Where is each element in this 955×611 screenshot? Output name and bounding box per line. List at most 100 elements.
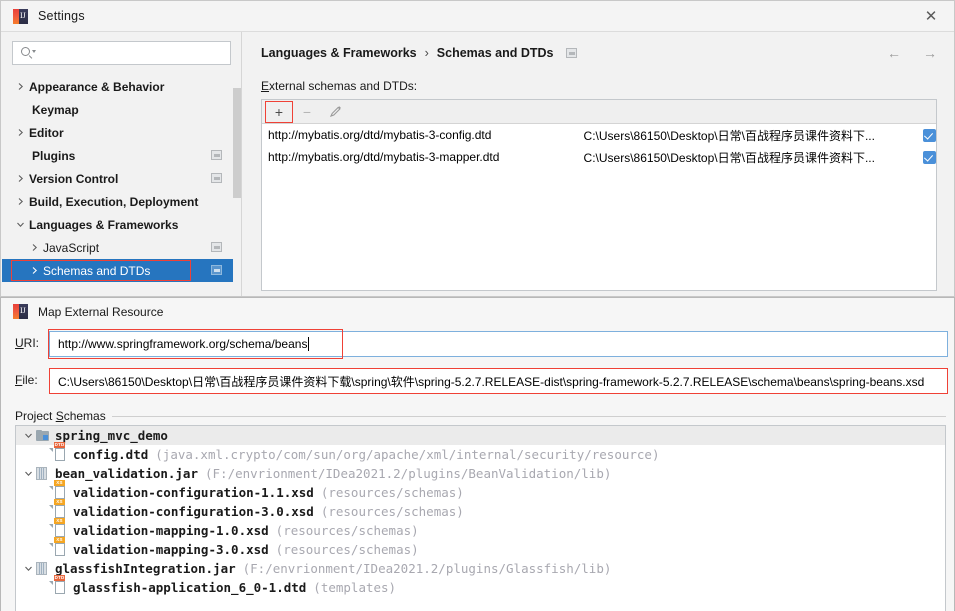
back-arrow-icon[interactable]: ← xyxy=(887,45,901,61)
schema-tree-name: glassfishIntegration.jar xyxy=(55,561,236,576)
sidebar-item-label: Schemas and DTDs xyxy=(43,263,151,278)
sidebar-item-label: Plugins xyxy=(32,148,76,163)
sidebar-item-version-control[interactable]: Version Control xyxy=(2,167,234,190)
schema-tree-row[interactable]: XS validation-configuration-3.0.xsd (resou… xyxy=(16,498,945,521)
xsd-file-icon: XS xyxy=(49,498,70,519)
sidebar-item-badge-icon xyxy=(211,242,222,252)
table-cell-enabled[interactable] xyxy=(911,150,936,164)
map-external-resource-dialog: IJ Map External Resource URI: http://www… xyxy=(0,297,955,611)
group-separator-line xyxy=(15,416,946,417)
sidebar-item-build-execution-deployment[interactable]: Build, Execution, Deployment xyxy=(2,190,234,213)
intellij-idea-icon: IJ xyxy=(13,8,28,24)
search-input[interactable] xyxy=(39,45,230,61)
settings-sidebar: Appearance & Behavior Keymap Editor Plugins… xyxy=(2,32,241,296)
settings-content-pane: Languages & Frameworks › Schemas and DTD… xyxy=(242,32,953,296)
settings-scope-badge-icon xyxy=(565,48,577,58)
table-cell-enabled[interactable] xyxy=(911,128,936,142)
sidebar-scrollbar-thumb[interactable] xyxy=(233,88,241,198)
uri-input-value: http://www.springframework.org/schema/be… xyxy=(58,337,308,351)
dialog-title: Map External Resource xyxy=(38,304,164,319)
intellij-idea-icon: IJ xyxy=(13,304,28,319)
table-cell-location: C:\Users\86150\Desktop\日常\百战程序员课件资料下... xyxy=(583,150,875,165)
sidebar-item-label: Appearance & Behavior xyxy=(29,79,165,94)
sidebar-item-schemas-and-dtds[interactable]: Schemas and DTDs xyxy=(2,259,234,282)
settings-titlebar: IJ Settings ✕ xyxy=(1,1,954,32)
settings-window: IJ Settings ✕ Appearance & Behavior Keyma… xyxy=(0,0,955,297)
schema-tree-row[interactable]: DTD config.dtd (java.xml.crypto/com/sun/or… xyxy=(16,441,945,464)
breadcrumb-current: Schemas and DTDs xyxy=(436,46,554,60)
checkbox-checked-icon[interactable] xyxy=(923,128,936,142)
xsd-file-icon: XS xyxy=(49,536,70,557)
external-schemas-table: http://mybatis.org/dtd/mybatis-3-config.… xyxy=(262,124,936,168)
schema-tree-row[interactable]: XS validation-configuration-1.1.xsd (resou… xyxy=(16,479,945,502)
external-schemas-label: External schemas and DTDs: xyxy=(261,79,418,93)
schema-tree-meta: (resources/schemas) xyxy=(320,504,464,519)
navigation-arrows: ← → xyxy=(887,45,937,61)
project-schemas-label: Project Schemas xyxy=(15,409,112,423)
uri-row: URI: http://www.springframework.org/sche… xyxy=(15,329,948,359)
dtd-file-icon: DTD xyxy=(49,574,70,595)
schema-tree-meta: (templates) xyxy=(313,580,397,595)
schema-tree-row[interactable]: spring_mvc_demo xyxy=(16,426,945,445)
breadcrumb-separator: › xyxy=(424,46,429,60)
schema-tree-row[interactable]: glassfishIntegration.jar (F:/envrionment/… xyxy=(16,559,945,578)
table-cell-uri: http://mybatis.org/dtd/mybatis-3-config.… xyxy=(268,128,492,142)
sidebar-item-keymap[interactable]: Keymap xyxy=(2,98,234,121)
file-row: File: C:\Users\86150\Desktop\日常\百战程序员课件资… xyxy=(15,368,948,394)
file-input[interactable]: C:\Users\86150\Desktop\日常\百战程序员课件资料下载\sp… xyxy=(49,368,948,394)
window-title: Settings xyxy=(38,9,85,23)
close-icon[interactable]: ✕ xyxy=(908,1,954,31)
sidebar-item-editor[interactable]: Editor xyxy=(2,121,234,144)
checkbox-checked-icon[interactable] xyxy=(923,150,936,164)
schema-tree-name: spring_mvc_demo xyxy=(55,428,168,443)
schema-tree-row[interactable]: XS validation-mapping-1.0.xsd (resources/s… xyxy=(16,517,945,540)
table-row[interactable]: http://mybatis.org/dtd/mybatis-3-mapper.… xyxy=(262,146,936,168)
schema-tree-meta: (resources/schemas) xyxy=(275,523,419,538)
uri-label: URI: xyxy=(15,336,40,350)
add-button[interactable]: + xyxy=(266,101,292,123)
table-row[interactable]: http://mybatis.org/dtd/mybatis-3-config.… xyxy=(262,124,936,146)
search-icon xyxy=(21,46,36,60)
file-label: File: xyxy=(15,373,38,387)
sidebar-item-label: Editor xyxy=(29,125,64,140)
jar-icon xyxy=(36,561,52,576)
sidebar-item-languages-frameworks[interactable]: Languages & Frameworks xyxy=(2,213,234,236)
text-caret xyxy=(308,337,310,351)
schema-tree-row[interactable]: DTD glassfish-application_6_0-1.dtd (templ… xyxy=(16,574,945,597)
remove-button[interactable]: − xyxy=(294,101,320,123)
schema-tree-name: validation-configuration-3.0.xsd xyxy=(73,504,314,519)
dialog-titlebar: IJ Map External Resource xyxy=(1,298,954,325)
dtd-file-icon: DTD xyxy=(49,441,70,462)
sidebar-item-label: Languages & Frameworks xyxy=(29,217,179,232)
screen: IJ Settings ✕ Appearance & Behavior Keyma… xyxy=(0,0,955,611)
sidebar-item-plugins[interactable]: Plugins xyxy=(2,144,234,167)
uri-input[interactable]: http://www.springframework.org/schema/be… xyxy=(49,331,948,357)
sidebar-item-label: Version Control xyxy=(29,171,119,186)
breadcrumb-parent[interactable]: Languages & Frameworks xyxy=(261,46,417,60)
schema-tree-row[interactable]: XS validation-mapping-3.0.xsd (resources/s… xyxy=(16,536,945,559)
sidebar-item-badge-icon xyxy=(211,265,222,275)
search-box[interactable] xyxy=(12,41,231,65)
sidebar-item-appearance-behavior[interactable]: Appearance & Behavior xyxy=(2,75,234,98)
schema-tree-name: bean_validation.jar xyxy=(55,466,198,481)
file-input-value: C:\Users\86150\Desktop\日常\百战程序员课件资料下载\sp… xyxy=(58,374,925,389)
schema-tree-row[interactable]: bean_validation.jar (F:/envrionment/IDea2… xyxy=(16,464,945,483)
schema-tree-meta: (java.xml.crypto/com/sun/org/apache/xml/… xyxy=(155,447,660,462)
sidebar-item-label: Build, Execution, Deployment xyxy=(29,194,199,209)
table-cell-location: C:\Users\86150\Desktop\日常\百战程序员课件资料下... xyxy=(583,128,875,143)
schema-tree-name: validation-configuration-1.1.xsd xyxy=(73,485,314,500)
schema-tree-meta: (F:/envrionment/IDea2021.2/plugins/BeanV… xyxy=(205,466,612,481)
folder-module-icon xyxy=(36,429,52,443)
edit-button[interactable] xyxy=(322,101,348,123)
table-cell-uri: http://mybatis.org/dtd/mybatis-3-mapper.… xyxy=(268,150,500,164)
sidebar-item-javascript[interactable]: JavaScript xyxy=(2,236,234,259)
settings-category-tree: Appearance & Behavior Keymap Editor Plugins… xyxy=(2,75,234,282)
schema-tree-name: validation-mapping-1.0.xsd xyxy=(73,523,269,538)
search-field-wrapper xyxy=(12,41,231,65)
xsd-file-icon: XS xyxy=(49,479,70,500)
sidebar-item-label: JavaScript xyxy=(43,240,100,255)
forward-arrow-icon[interactable]: → xyxy=(923,45,937,61)
schema-tree-name: config.dtd xyxy=(73,447,149,462)
sidebar-item-badge-icon xyxy=(211,150,222,160)
jar-icon xyxy=(36,466,52,481)
